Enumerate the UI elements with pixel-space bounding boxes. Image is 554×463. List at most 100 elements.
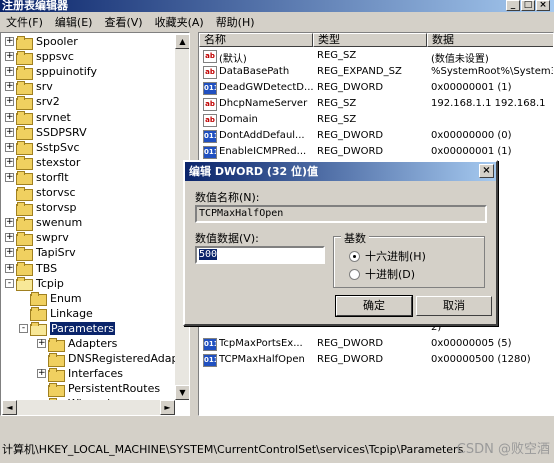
scroll-up-arrow-icon[interactable]: ▲ [175,34,189,49]
tree-item[interactable]: - Parameters [19,321,115,337]
maximize-button[interactable]: □ [521,0,535,11]
menu-help[interactable]: 帮助(H) [210,14,261,30]
expand-icon[interactable]: + [5,82,14,92]
dword-value-icon: 011 [203,354,217,367]
tree-item-label: swenum [36,216,83,230]
menu-edit[interactable]: 编辑(E) [49,14,99,30]
scroll-left-arrow-icon[interactable]: ◄ [2,400,17,415]
radio-hexadecimal[interactable]: 十六进制(H) [349,248,426,264]
folder-icon [16,246,33,261]
expand-icon[interactable]: + [5,112,14,122]
folder-icon [16,277,33,292]
list-item[interactable]: ab Domain REG_SZ [199,112,553,128]
expand-icon[interactable]: + [5,127,14,137]
folder-icon [16,201,33,216]
expand-icon[interactable]: + [5,67,14,77]
list-item[interactable]: ab (默认) REG_SZ (数值未设置) [199,48,553,65]
tree-item[interactable]: + sppsvc [5,49,74,65]
scroll-down-arrow-icon[interactable]: ▼ [175,385,189,400]
expand-icon[interactable]: + [5,218,14,228]
tree-item[interactable]: Linkage [19,306,93,322]
tree-item[interactable]: + sppuinotify [5,64,97,80]
expand-icon[interactable]: + [37,369,46,379]
tree-item[interactable]: Enum [19,291,82,307]
dialog-close-button[interactable]: × [479,164,494,178]
folder-icon [16,80,33,95]
tree-item[interactable]: + storflt [5,170,69,186]
expand-icon[interactable]: + [5,52,14,62]
list-item[interactable]: 011TCPMaxHalfOpen REG_DWORD 0x00000500 (12… [199,352,553,368]
expand-icon[interactable]: + [5,233,14,243]
tree-item-label: srv [36,80,53,94]
tree-item[interactable]: + SSDPSRV [5,125,87,141]
tree-item[interactable]: - Tcpip [5,276,64,292]
tree-item-label: sppsvc [36,50,74,64]
collapse-icon[interactable]: - [19,323,28,333]
list-cell-type: REG_DWORD [317,130,384,141]
expand-icon[interactable]: + [5,37,14,46]
ok-button[interactable]: 确定 [335,295,413,317]
expand-icon[interactable]: + [5,142,14,152]
tree-item[interactable]: + SstpSvc [5,140,80,156]
tree-item-label: PersistentRoutes [68,382,161,396]
tree-item[interactable]: + Adapters [37,336,117,352]
tree-item[interactable]: storvsc [5,185,76,201]
tree-item[interactable]: PersistentRoutes [37,381,161,397]
expand-icon[interactable]: + [5,263,14,273]
list-cell-data: %SystemRoot%\System32 [431,66,554,77]
tree-item-label: SstpSvc [36,140,80,154]
tree-item[interactable]: + TapiSrv [5,245,76,261]
tree-item[interactable]: storvsp [5,200,77,216]
collapse-icon[interactable]: - [5,278,14,288]
registry-tree[interactable]: PerformanceWinsockPersistentRoutes+Inter… [0,32,190,416]
tree-horizontal-scrollbar[interactable]: ◄ ► [2,400,175,415]
list-item[interactable]: ab DhcpNameServer REG_SZ 192.168.1.1 192.16… [199,96,553,112]
list-cell-name: TCPMaxHalfOpen [219,354,305,365]
menu-bar: 文件(F) 编辑(E) 查看(V) 收藏夹(A) 帮助(H) [0,12,554,31]
scroll-right-arrow-icon[interactable]: ► [160,400,175,415]
value-name-field[interactable]: TCPMaxHalfOpen [195,205,487,223]
column-header-name[interactable]: 名称 [199,33,313,47]
folder-icon [16,95,33,110]
radio-decimal[interactable]: 十进制(D) [349,266,415,282]
folder-icon [16,126,33,141]
tree-item[interactable]: + swprv [5,230,69,246]
dialog-title: 编辑 DWORD (32 位)值 × [185,162,496,181]
expand-icon[interactable]: + [5,172,14,182]
expand-icon[interactable]: + [5,157,14,167]
expand-icon[interactable]: + [37,339,46,348]
string-value-icon: ab [203,66,217,79]
list-item[interactable]: 011TcpMaxPortsEx... REG_DWORD 0x00000005 (… [199,336,553,352]
column-header-data[interactable]: 数据 [427,33,553,47]
tree-item-label: Linkage [50,306,93,320]
expand-icon[interactable]: + [5,97,14,107]
list-item[interactable]: 011DontAddDefaul... REG_DWORD 0x00000000 (… [199,128,553,144]
folder-icon [16,35,33,50]
list-item[interactable]: 011EnableICMPRed... REG_DWORD 0x00000001 (… [199,144,553,160]
tree-item[interactable]: + swenum [5,215,83,231]
list-item[interactable]: 011DeadGWDetectD...REG_DWORD 0x00000001 (… [199,80,553,96]
menu-view[interactable]: 查看(V) [98,14,148,30]
close-button[interactable]: × [536,0,550,11]
tree-item[interactable]: + Spooler [5,34,78,50]
list-cell-name: (默认) [219,54,247,65]
tree-item[interactable]: + TBS [5,261,57,276]
column-header-type[interactable]: 类型 [313,33,427,47]
tree-item[interactable]: + Interfaces [37,366,123,382]
dword-value-icon: 011 [203,130,217,143]
tree-item[interactable]: + stexstor [5,155,80,171]
expand-icon[interactable]: + [5,248,14,258]
tree-item-label: DNSRegisteredAdapte [68,352,190,366]
tree-item[interactable]: DNSRegisteredAdapte [37,351,190,367]
list-item[interactable]: ab DataBasePath REG_EXPAND_SZ %SystemRoot%\… [199,64,554,80]
list-cell-data: 0x00000000 (0) [431,130,512,141]
menu-favorites[interactable]: 收藏夹(A) [149,14,210,30]
value-data-input[interactable]: 500 [195,246,325,264]
cancel-button[interactable]: 取消 [416,296,492,316]
tree-item[interactable]: + srvnet [5,110,71,125]
tree-item-label: storflt [36,170,69,184]
tree-item[interactable]: + srv2 [5,94,60,110]
menu-file[interactable]: 文件(F) [0,14,49,30]
tree-item[interactable]: + srv [5,79,53,95]
minimize-button[interactable]: _ [506,0,520,11]
